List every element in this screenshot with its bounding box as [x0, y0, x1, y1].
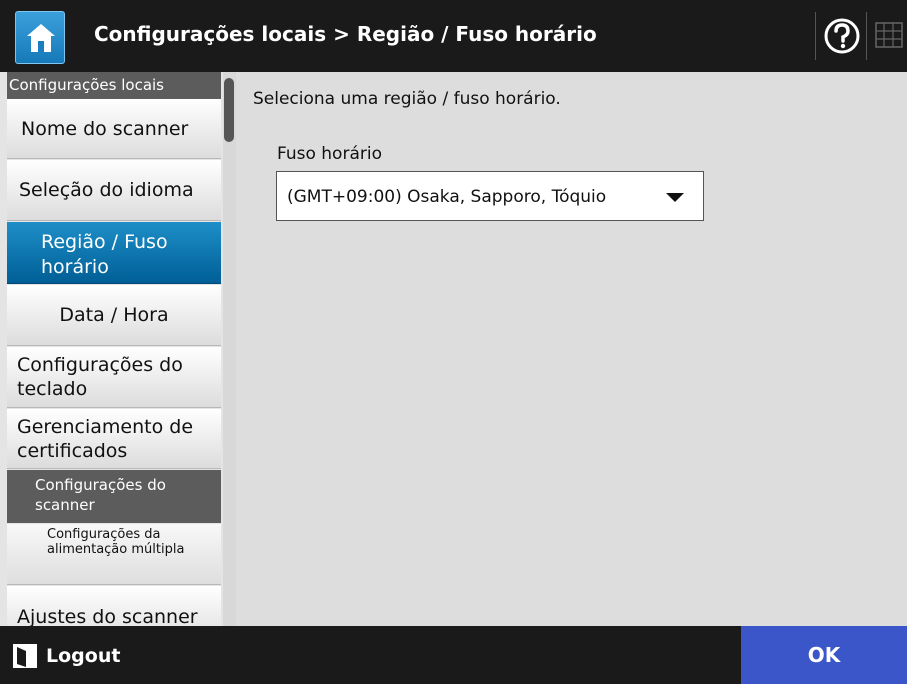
sidebar-item-label: Gerenciamento de certificados	[17, 416, 194, 462]
help-button[interactable]	[815, 12, 867, 60]
keyboard-icon	[875, 22, 903, 48]
sidebar-section-title: Configurações locais	[9, 76, 164, 94]
sidebar-item-certificates[interactable]: Gerenciamento de certificados	[7, 409, 221, 469]
logout-label: Logout	[46, 645, 121, 667]
sidebar-scroll-thumb[interactable]	[224, 78, 234, 142]
sidebar: Configurações locais Nome do scanner Sel…	[0, 72, 236, 626]
sidebar-item-label: Região / Fuso horário	[41, 231, 168, 278]
sidebar-item-label: Seleção do idioma	[19, 179, 194, 201]
sidebar-item-label: Nome do scanner	[21, 118, 189, 140]
sidebar-item-date-time[interactable]: Data / Hora	[7, 285, 221, 346]
sidebar-group-title: Configurações do scanner	[35, 476, 166, 514]
keyboard-button[interactable]	[868, 12, 907, 60]
timezone-label: Fuso horário	[277, 144, 382, 164]
sidebar-item-region-timezone[interactable]: Região / Fuso horário	[7, 222, 221, 284]
chevron-down-icon	[666, 193, 684, 202]
sidebar-item-scanner-adjust[interactable]: Ajustes do scanner	[7, 586, 221, 626]
sidebar-item-label: Data / Hora	[59, 304, 169, 326]
sidebar-group-header: Configurações do scanner	[7, 470, 221, 523]
timezone-selected-value: (GMT+09:00) Osaka, Sapporo, Tóquio	[287, 187, 607, 207]
sidebar-item-multifeed[interactable]: Configurações da alimentação múltipla	[7, 524, 221, 585]
logout-button[interactable]: Logout	[12, 640, 152, 672]
sidebar-item-label: Configurações da alimentação múltipla	[47, 527, 185, 557]
sidebar-item-label: Ajustes do scanner	[17, 606, 198, 626]
sidebar-section-header: Configurações locais	[7, 72, 221, 99]
timezone-select[interactable]: (GMT+09:00) Osaka, Sapporo, Tóquio	[276, 171, 704, 221]
sidebar-item-keyboard[interactable]: Configurações do teclado	[7, 347, 221, 408]
ok-button[interactable]: OK	[741, 626, 907, 684]
sidebar-item-language[interactable]: Seleção do idioma	[7, 160, 221, 221]
instruction-text: Seleciona uma região / fuso horário.	[253, 89, 561, 109]
home-icon	[27, 24, 55, 52]
help-icon	[824, 18, 860, 54]
home-button[interactable]	[15, 11, 65, 64]
sidebar-item-label: Configurações do teclado	[17, 354, 183, 400]
sidebar-scrollbar[interactable]	[223, 72, 236, 626]
main-panel: Seleciona uma região / fuso horário. Fus…	[236, 72, 907, 626]
page-title: Configurações locais > Região / Fuso hor…	[94, 22, 597, 46]
header-bar: Configurações locais > Região / Fuso hor…	[0, 0, 907, 72]
logout-icon	[13, 644, 37, 668]
footer-bar: Logout OK	[0, 626, 907, 684]
sidebar-item-scanner-name[interactable]: Nome do scanner	[7, 99, 221, 159]
